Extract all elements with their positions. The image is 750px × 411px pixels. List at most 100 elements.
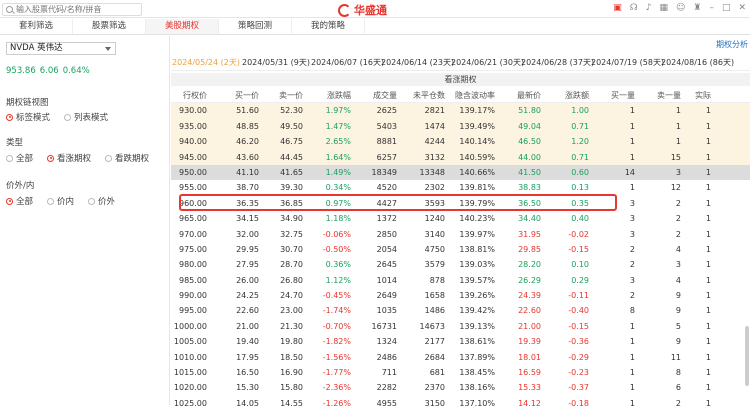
tab-2[interactable]: 美股期权 [146, 19, 219, 34]
type-option[interactable]: 看涨期权 [47, 152, 91, 164]
radio-button[interactable] [6, 113, 13, 121]
column-header[interactable]: 成交量 [355, 88, 401, 102]
table-row[interactable]: 985.00 26.00 26.80 1.12% 1014 878 139.57% 26.29… [171, 273, 750, 288]
moneyness-option[interactable]: 价外 [88, 195, 115, 207]
table-cell: 681 [429, 368, 445, 378]
tab-3[interactable]: 策略回测 [219, 19, 292, 34]
shirt-icon[interactable]: ♜ [693, 3, 701, 13]
table-row[interactable]: 995.00 22.60 23.00 -1.74% 1035 1486 139.42% 22.… [171, 303, 750, 318]
tab-1[interactable]: 股票筛选 [73, 19, 146, 34]
moneyness-section-title: 价外/内 [6, 181, 35, 191]
bell-icon[interactable]: ♪ [646, 3, 652, 13]
column-header[interactable]: 涨跌额 [545, 88, 593, 102]
tab-4[interactable]: 我的策略 [292, 19, 365, 34]
column-header[interactable]: 隐含波动率 [449, 88, 499, 102]
table-row[interactable]: 930.00 51.60 52.30 1.97% 2625 2821 139.17% 51.8… [171, 103, 750, 119]
expiry-date-tab[interactable]: 2024/05/24 (2天) [171, 56, 241, 70]
table-cell: 21.00 [518, 321, 541, 331]
table-row[interactable]: 1020.00 15.30 15.80 -2.36% 2282 2370 138.16% 15… [171, 380, 750, 395]
expiry-date-tab[interactable]: 2024/05/31 (9天) [241, 56, 311, 70]
table-cell: 1 [705, 337, 711, 347]
table-cell: 1 [705, 306, 711, 316]
table-row[interactable]: 975.00 29.95 30.70 -0.50% 2054 4750 138.81% 29.… [171, 242, 750, 257]
type-option[interactable]: 全部 [6, 152, 33, 164]
minimize-icon[interactable]: – [709, 3, 714, 13]
close-icon[interactable]: ✕ [738, 3, 746, 13]
table-row[interactable]: 1025.00 14.05 14.55 -1.26% 4955 3150 137.10% 14… [171, 396, 750, 411]
table-cell: 1020.00 [173, 383, 207, 393]
table-row[interactable]: 950.00 41.10 41.65 1.49% 18349 13348 140.66% 41… [171, 164, 750, 181]
table-cell: 138.45% [459, 368, 495, 378]
table-row[interactable]: 970.00 32.00 32.75 -0.06% 2850 3140 139.97% 31.… [171, 227, 750, 242]
table-row[interactable]: 965.00 34.15 34.90 1.18% 1372 1240 140.23% 34.4… [171, 211, 750, 226]
expiry-date-tab[interactable]: 2024/06/28 (37天) [521, 56, 594, 70]
radio-button[interactable] [105, 154, 113, 162]
table-row[interactable]: 1010.00 17.95 18.50 -1.56% 2486 2684 137.89% 18… [171, 350, 750, 365]
stock-search-box[interactable] [2, 3, 142, 16]
column-header[interactable]: 买一量 [593, 88, 639, 102]
table-row[interactable]: 1000.00 21.00 21.30 -0.70% 16731 14673 139.13%… [171, 319, 750, 334]
table-row[interactable]: 935.00 48.85 49.50 1.47% 5403 1474 139.49% 49.0… [171, 118, 750, 135]
expiry-date-tab[interactable]: 2024/07/19 (58天) [591, 56, 664, 70]
symbol-select[interactable]: NVDA 英伟达 [6, 42, 116, 55]
tab-0[interactable]: 套利筛选 [0, 19, 73, 34]
option-analysis-link[interactable]: 期权分析 [716, 39, 748, 50]
column-header[interactable]: 实际 [685, 88, 715, 102]
table-cell: 17.95 [236, 352, 259, 362]
expiry-date-tab[interactable]: 2024/08/16 (86天) [661, 56, 734, 70]
table-cell: 1658 [424, 291, 445, 301]
moneyness-option[interactable]: 全部 [6, 195, 33, 207]
brand-logo-icon [338, 3, 351, 17]
radio-button[interactable] [6, 154, 13, 162]
table-cell: 34.40 [518, 214, 541, 224]
vertical-scrollbar[interactable] [745, 326, 749, 386]
table-cell: 30.70 [280, 244, 303, 254]
radio-button[interactable] [64, 113, 72, 121]
chevron-down-icon [105, 47, 111, 51]
expiry-date-tab[interactable]: 2024/06/21 (30天) [451, 56, 524, 70]
radio-button[interactable] [6, 197, 13, 205]
table-cell: 18349 [371, 167, 397, 177]
chat-icon[interactable]: ▣ [613, 3, 622, 13]
column-header[interactable]: 卖一量 [639, 88, 685, 102]
table-cell: 1 [629, 398, 635, 408]
view-option[interactable]: 列表模式 [64, 111, 108, 123]
table-cell: 15.33 [518, 383, 541, 393]
expiry-date-tab[interactable]: 2024/06/14 (23天) [381, 56, 454, 70]
view-option-label: 列表模式 [74, 113, 109, 123]
table-row[interactable]: 945.00 43.60 44.45 1.64% 6257 3132 140.59% 44.0… [171, 149, 750, 165]
table-row[interactable]: 980.00 27.95 28.70 0.36% 2645 3579 139.03% 28.2… [171, 257, 750, 272]
maximize-icon[interactable]: □ [722, 3, 731, 13]
expiry-date-tab[interactable]: 2024/06/07 (16天) [311, 56, 384, 70]
column-header[interactable]: 未平仓数 [401, 88, 449, 102]
column-header[interactable]: 行权价 [171, 88, 211, 102]
table-row[interactable]: 990.00 24.25 24.70 -0.45% 2649 1658 139.26% 24.… [171, 288, 750, 303]
view-option[interactable]: 标签模式 [6, 111, 50, 123]
column-header[interactable]: 涨跌幅 [307, 88, 355, 102]
table-cell: 1 [705, 368, 711, 378]
table-row[interactable]: 940.00 46.20 46.75 2.65% 8881 4244 140.14% 46.5… [171, 134, 750, 150]
stock-price: 953.86 [6, 66, 36, 76]
radio-button[interactable] [47, 154, 55, 162]
type-option[interactable]: 看跌期权 [105, 152, 149, 164]
table-cell: 1 [705, 106, 711, 116]
table-cell: 140.14% [459, 137, 495, 147]
table-cell: 16731 [371, 321, 397, 331]
column-header[interactable]: 最新价 [499, 88, 545, 102]
table-cell: 0.40 [571, 214, 589, 224]
table-cell: 4 [675, 275, 681, 285]
table-row[interactable]: 1005.00 19.40 19.80 -1.82% 1324 2177 138.61% 19… [171, 334, 750, 349]
table-cell: -0.18 [568, 398, 589, 408]
column-header[interactable]: 买一价 [211, 88, 263, 102]
gift-icon[interactable]: ▦ [659, 3, 668, 13]
stock-search-input[interactable] [16, 5, 126, 14]
moneyness-option[interactable]: 价内 [47, 195, 74, 207]
table-cell: 1 [705, 198, 711, 208]
column-header[interactable]: 卖一价 [263, 88, 307, 102]
table-row[interactable]: 1015.00 16.50 16.90 -1.77% 711 681 138.45% 16.5… [171, 365, 750, 380]
user-icon[interactable]: ☺ [676, 3, 685, 13]
radio-button[interactable] [47, 197, 55, 205]
headset-icon[interactable]: ☊ [630, 3, 638, 13]
table-cell: 140.23% [459, 214, 495, 224]
radio-button[interactable] [88, 197, 96, 205]
